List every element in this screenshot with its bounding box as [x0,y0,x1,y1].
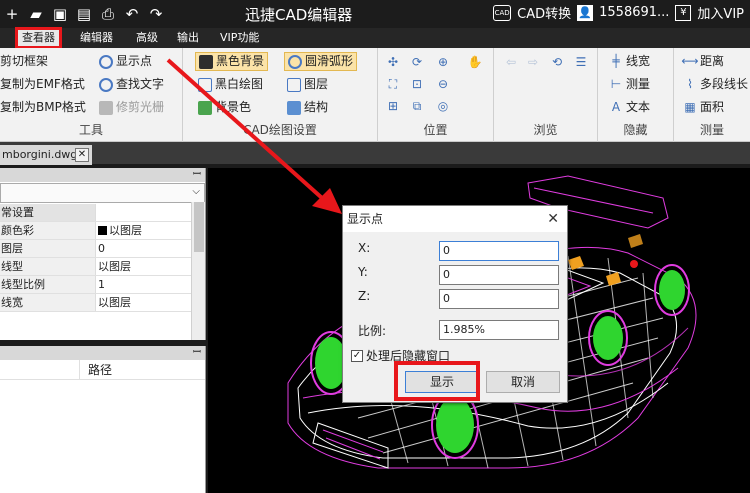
annotation-arrow [166,58,342,214]
